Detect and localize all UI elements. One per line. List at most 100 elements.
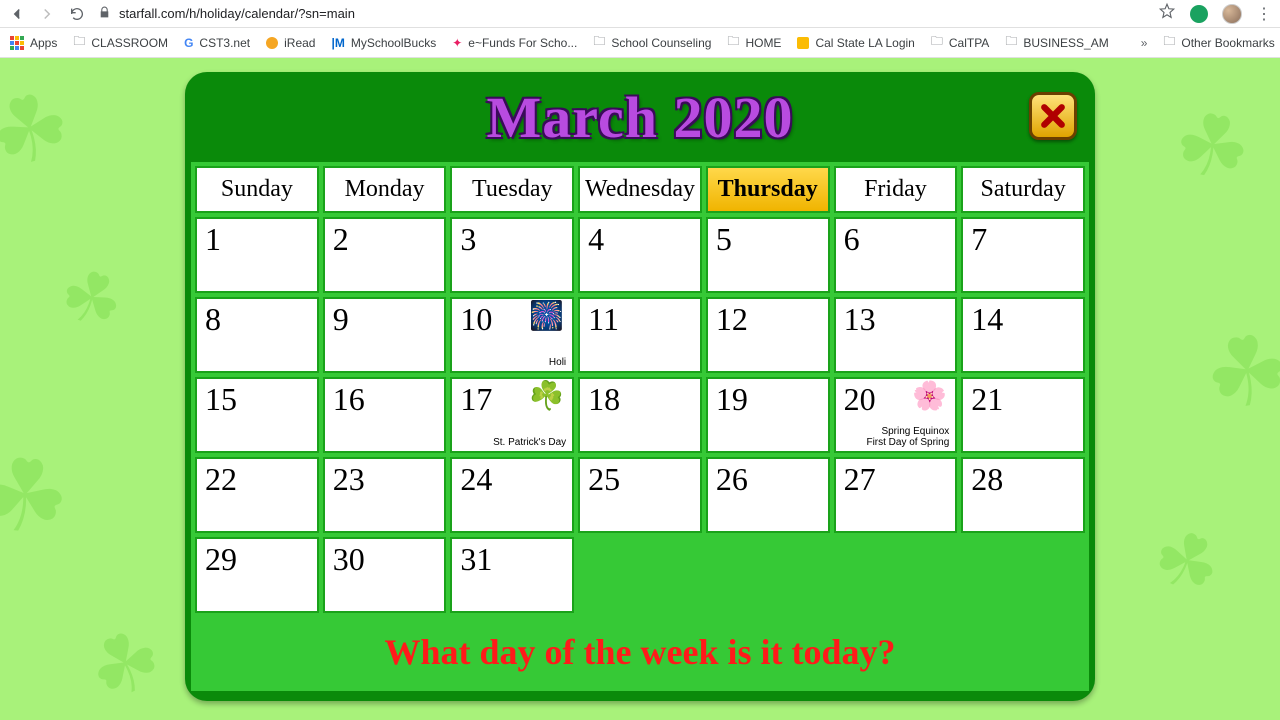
day-number: 25 bbox=[588, 463, 620, 495]
calendar-day[interactable]: 28 bbox=[961, 457, 1085, 533]
bookmark-item[interactable]: |M MySchoolBucks bbox=[331, 36, 436, 50]
empty-cell bbox=[706, 537, 830, 613]
clover-decoration: ☘ bbox=[0, 69, 83, 191]
folder-icon: 🗀 bbox=[727, 32, 739, 53]
calendar-day[interactable]: 19 bbox=[706, 377, 830, 453]
calendar-day[interactable]: 6 bbox=[834, 217, 958, 293]
day-number: 2 bbox=[333, 223, 349, 255]
day-number: 17 bbox=[460, 383, 492, 415]
browser-toolbar: starfall.com/h/holiday/calendar/?sn=main… bbox=[0, 0, 1280, 28]
prompt-text: What day of the week is it today? bbox=[191, 617, 1089, 691]
calendar-day[interactable]: 27 bbox=[834, 457, 958, 533]
extension-icon[interactable] bbox=[1190, 5, 1208, 23]
calendar-day[interactable]: 1 bbox=[195, 217, 319, 293]
calendar-card: March 2020 SundayMondayTuesdayWednesdayT… bbox=[185, 72, 1095, 701]
calendar-day[interactable]: 17☘️St. Patrick's Day bbox=[450, 377, 574, 453]
calendar-day[interactable]: 21 bbox=[961, 377, 1085, 453]
event-label: Holi bbox=[549, 357, 566, 368]
bookmark-item[interactable]: G CST3.net bbox=[184, 36, 250, 50]
day-number: 18 bbox=[588, 383, 620, 415]
calendar-day[interactable]: 5 bbox=[706, 217, 830, 293]
bookmark-item[interactable]: iRead bbox=[266, 36, 315, 50]
apps-icon bbox=[10, 36, 24, 50]
folder-icon: 🗀 bbox=[1163, 32, 1175, 53]
day-number: 1 bbox=[205, 223, 221, 255]
calendar-day[interactable]: 15 bbox=[195, 377, 319, 453]
bookmark-item[interactable]: Cal State LA Login bbox=[797, 36, 914, 50]
calendar-day[interactable]: 10🎆Holi bbox=[450, 297, 574, 373]
calendar-header: March 2020 bbox=[185, 72, 1095, 162]
calendar-day[interactable]: 3 bbox=[450, 217, 574, 293]
calendar-day[interactable]: 26 bbox=[706, 457, 830, 533]
bookmark-item[interactable]: 🗀 CLASSROOM bbox=[73, 32, 168, 53]
empty-cell bbox=[961, 537, 1085, 613]
bookmark-star-icon[interactable] bbox=[1158, 2, 1176, 25]
apps-label: Apps bbox=[30, 36, 57, 50]
bookmark-item[interactable]: 🗀 School Counseling bbox=[593, 32, 711, 53]
reload-button[interactable] bbox=[68, 5, 86, 23]
day-number: 19 bbox=[716, 383, 748, 415]
calendar-day[interactable]: 7 bbox=[961, 217, 1085, 293]
calendar-day[interactable]: 13 bbox=[834, 297, 958, 373]
folder-icon: 🗀 bbox=[593, 32, 605, 53]
day-number: 5 bbox=[716, 223, 732, 255]
calendar-day[interactable]: 31 bbox=[450, 537, 574, 613]
close-button[interactable] bbox=[1029, 92, 1077, 140]
event-label: St. Patrick's Day bbox=[493, 437, 566, 448]
google-icon: G bbox=[184, 36, 193, 50]
bookmarks-bar: Apps 🗀 CLASSROOM G CST3.net iRead |M MyS… bbox=[0, 28, 1280, 58]
calendar-day[interactable]: 22 bbox=[195, 457, 319, 533]
url-text: starfall.com/h/holiday/calendar/?sn=main bbox=[119, 6, 355, 21]
calendar-day[interactable]: 8 bbox=[195, 297, 319, 373]
profile-avatar[interactable] bbox=[1222, 4, 1242, 24]
day-header[interactable]: Saturday bbox=[961, 166, 1085, 213]
calendar-day[interactable]: 14 bbox=[961, 297, 1085, 373]
forward-button[interactable] bbox=[38, 5, 56, 23]
calendar-day[interactable]: 12 bbox=[706, 297, 830, 373]
day-number: 8 bbox=[205, 303, 221, 335]
back-button[interactable] bbox=[8, 5, 26, 23]
calendar-day[interactable]: 2 bbox=[323, 217, 447, 293]
calendar-day[interactable]: 18 bbox=[578, 377, 702, 453]
bookmark-item[interactable]: ✦ e~Funds For Scho... bbox=[452, 36, 577, 50]
day-header[interactable]: Monday bbox=[323, 166, 447, 213]
clover-decoration: ☘ bbox=[0, 434, 75, 558]
day-header[interactable]: Tuesday bbox=[450, 166, 574, 213]
day-number: 27 bbox=[844, 463, 876, 495]
calendar-day[interactable]: 25 bbox=[578, 457, 702, 533]
browser-menu-icon[interactable]: ⋮ bbox=[1256, 4, 1272, 24]
calendar-day[interactable]: 24 bbox=[450, 457, 574, 533]
tree-icon: 🌸 bbox=[912, 383, 947, 411]
shield-icon bbox=[797, 37, 809, 49]
day-header[interactable]: Friday bbox=[834, 166, 958, 213]
event-label: Spring Equinox First Day of Spring bbox=[866, 426, 949, 448]
empty-cell bbox=[834, 537, 958, 613]
calendar-day[interactable]: 16 bbox=[323, 377, 447, 453]
calendar-day[interactable]: 20🌸Spring Equinox First Day of Spring bbox=[834, 377, 958, 453]
day-number: 14 bbox=[971, 303, 1003, 335]
calendar-day[interactable]: 30 bbox=[323, 537, 447, 613]
apps-shortcut[interactable]: Apps bbox=[10, 36, 57, 50]
bookmark-item[interactable]: 🗀 CalTPA bbox=[931, 32, 989, 53]
bookmark-item[interactable]: 🗀 HOME bbox=[727, 32, 781, 53]
calendar-day[interactable]: 23 bbox=[323, 457, 447, 533]
lock-icon bbox=[98, 6, 111, 22]
day-header[interactable]: Sunday bbox=[195, 166, 319, 213]
fireworks-icon: 🎆 bbox=[529, 303, 564, 331]
other-bookmarks[interactable]: 🗀 Other Bookmarks bbox=[1163, 32, 1274, 53]
bookmarks-overflow-icon[interactable]: » bbox=[1141, 36, 1148, 50]
day-number: 23 bbox=[333, 463, 365, 495]
clover-decoration: ☘ bbox=[48, 250, 135, 349]
day-header[interactable]: Thursday bbox=[706, 166, 830, 213]
calendar-day[interactable]: 11 bbox=[578, 297, 702, 373]
calendar-day[interactable]: 29 bbox=[195, 537, 319, 613]
day-number: 29 bbox=[205, 543, 237, 575]
clover-decoration: ☘ bbox=[1137, 508, 1235, 616]
address-bar[interactable]: starfall.com/h/holiday/calendar/?sn=main bbox=[98, 6, 1146, 22]
calendar-day[interactable]: 4 bbox=[578, 217, 702, 293]
day-header[interactable]: Wednesday bbox=[578, 166, 702, 213]
calendar-day[interactable]: 9 bbox=[323, 297, 447, 373]
day-number: 3 bbox=[460, 223, 476, 255]
day-number: 28 bbox=[971, 463, 1003, 495]
bookmark-item[interactable]: 🗀 BUSINESS_AM bbox=[1005, 32, 1108, 53]
